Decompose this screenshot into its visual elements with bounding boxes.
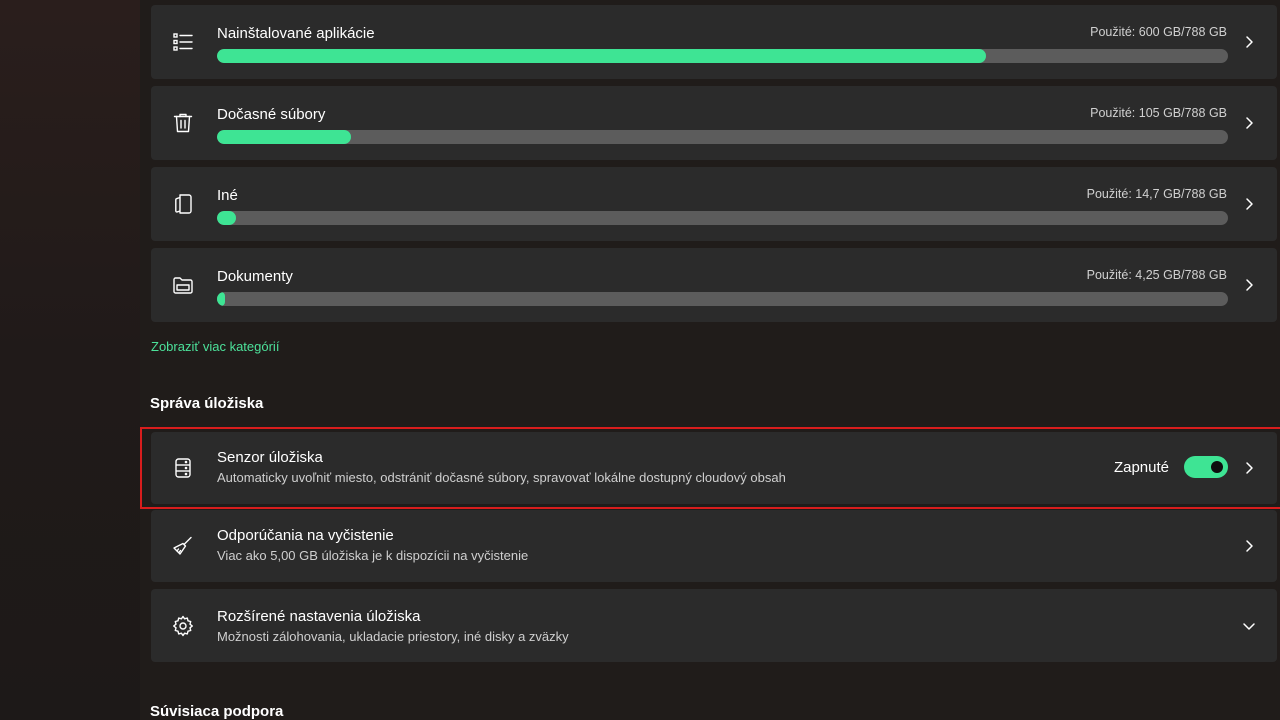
category-usage: Použité: 4,25 GB/788 GB <box>1086 268 1227 282</box>
storage-category-temp-files[interactable]: Dočasné súbory Použité: 105 GB/788 GB <box>151 86 1277 160</box>
usage-bar-fill <box>217 292 226 306</box>
storage-category-documents[interactable]: Dokumenty Použité: 4,25 GB/788 GB <box>151 248 1277 322</box>
storage-category-other[interactable]: Iné Použité: 14,7 GB/788 GB <box>151 167 1277 241</box>
chevron-right-icon <box>1241 277 1257 293</box>
storage-category-installed-apps[interactable]: Nainštalované aplikácie Použité: 600 GB/… <box>151 5 1277 79</box>
storage-sense-description: Automaticky uvoľniť miesto, odstrániť do… <box>217 470 786 485</box>
usage-bar-fill <box>217 130 352 144</box>
left-navigation-strip <box>0 0 140 720</box>
cleanup-recommendations-description: Viac ako 5,00 GB úložiska je k dispozíci… <box>217 548 529 563</box>
advanced-storage-settings-card[interactable]: Rozšírené nastavenia úložiska Možnosti z… <box>151 589 1277 662</box>
list-icon <box>171 30 195 54</box>
trash-icon <box>171 111 195 135</box>
cleanup-recommendations-card[interactable]: Odporúčania na vyčistenie Viac ako 5,00 … <box>151 510 1277 582</box>
storage-sense-toggle[interactable] <box>1184 456 1228 478</box>
category-label: Dočasné súbory <box>217 106 326 123</box>
usage-bar <box>217 130 1228 144</box>
related-support-heading: Súvisiaca podpora <box>150 703 284 720</box>
usage-bar <box>217 211 1228 225</box>
chevron-right-icon <box>1241 460 1257 476</box>
broom-icon <box>171 534 195 558</box>
usage-bar <box>217 292 1228 306</box>
chevron-right-icon <box>1241 196 1257 212</box>
category-usage: Použité: 105 GB/788 GB <box>1090 106 1227 120</box>
usage-bar <box>217 49 1228 63</box>
toggle-knob <box>1211 461 1223 473</box>
show-more-categories-link[interactable]: Zobraziť viac kategórií <box>151 339 279 354</box>
chevron-right-icon <box>1241 115 1257 131</box>
storage-sense-card[interactable]: Senzor úložiska Automaticky uvoľniť mies… <box>151 432 1277 504</box>
usage-bar-fill <box>217 211 237 225</box>
folder-icon <box>171 273 195 297</box>
category-label: Nainštalované aplikácie <box>217 25 375 42</box>
category-usage: Použité: 14,7 GB/788 GB <box>1086 187 1227 201</box>
toggle-state-label: Zapnuté <box>1113 459 1169 476</box>
advanced-storage-settings-description: Možnosti zálohovania, ukladacie priestor… <box>217 629 569 644</box>
cleanup-recommendations-title: Odporúčania na vyčistenie <box>217 527 394 544</box>
category-usage: Použité: 600 GB/788 GB <box>1090 25 1227 39</box>
advanced-storage-settings-title: Rozšírené nastavenia úložiska <box>217 608 421 625</box>
drive-icon <box>171 456 195 480</box>
storage-sense-title: Senzor úložiska <box>217 449 323 466</box>
usage-bar-fill <box>217 49 987 63</box>
chevron-down-icon <box>1241 618 1257 634</box>
chevron-right-icon <box>1241 34 1257 50</box>
category-label: Iné <box>217 187 238 204</box>
storage-management-heading: Správa úložiska <box>150 395 264 412</box>
category-label: Dokumenty <box>217 268 293 285</box>
document-icon <box>171 192 195 216</box>
chevron-right-icon <box>1241 538 1257 554</box>
gear-icon <box>171 614 195 638</box>
